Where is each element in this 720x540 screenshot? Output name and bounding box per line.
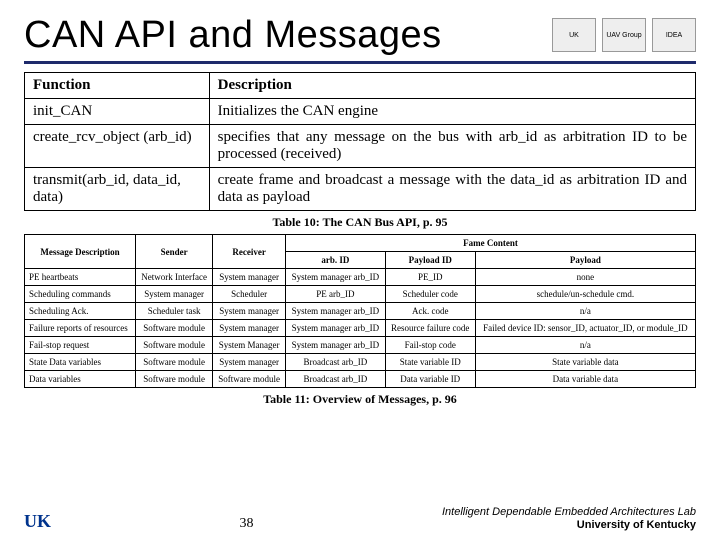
slide-footer: UK 38 Intelligent Dependable Embedded Ar…: [0, 506, 720, 532]
payload-cell: none: [475, 269, 695, 286]
receiver-cell: System manager: [213, 303, 286, 320]
fn-cell: create_rcv_object (arb_id): [25, 125, 210, 168]
payloadid-cell: State variable ID: [385, 354, 475, 371]
receiver-cell: System manager: [213, 269, 286, 286]
desc-cell: create frame and broadcast a message wit…: [209, 168, 695, 211]
sender-cell: Scheduler task: [136, 303, 213, 320]
arb-cell: System manager arb_ID: [286, 337, 386, 354]
arb-cell: Broadcast arb_ID: [286, 371, 386, 388]
arb-cell: Broadcast arb_ID: [286, 354, 386, 371]
table-can-api: Function Description init_CAN Initialize…: [24, 72, 696, 211]
msg-cell: Fail-stop request: [25, 337, 136, 354]
payload-cell: n/a: [475, 337, 695, 354]
table-row: Function Description: [25, 73, 696, 99]
logo-uav: UAV Group: [602, 18, 646, 52]
lab-line1: Intelligent Dependable Embedded Architec…: [442, 506, 696, 519]
sender-cell: Software module: [136, 320, 213, 337]
table-row: transmit(arb_id, data_id, data) create f…: [25, 168, 696, 211]
payload-cell: Data variable data: [475, 371, 695, 388]
receiver-cell: System Manager: [213, 337, 286, 354]
table-row: Data variables Software module Software …: [25, 371, 696, 388]
msg-cell: PE heartbeats: [25, 269, 136, 286]
msg-cell: Failure reports of resources: [25, 320, 136, 337]
table-row: init_CAN Initializes the CAN engine: [25, 99, 696, 125]
payloadid-cell: PE_ID: [385, 269, 475, 286]
sender-cell: Software module: [136, 371, 213, 388]
table-row: create_rcv_object (arb_id) specifies tha…: [25, 125, 696, 168]
sender-cell: Network Interface: [136, 269, 213, 286]
logo-uk: UK: [552, 18, 596, 52]
table-row: Scheduling Ack. Scheduler task System ma…: [25, 303, 696, 320]
payloadid-cell: Fail-stop code: [385, 337, 475, 354]
payloadid-cell: Scheduler code: [385, 286, 475, 303]
table11-caption: Table 11: Overview of Messages, p. 96: [24, 392, 696, 407]
col-payload-id: Payload ID: [385, 252, 475, 269]
desc-cell: specifies that any message on the bus wi…: [209, 125, 695, 168]
sender-cell: Software module: [136, 337, 213, 354]
col-receiver: Receiver: [213, 235, 286, 269]
slide-title: CAN API and Messages: [24, 14, 442, 57]
footer-uk-logo: UK: [24, 511, 51, 532]
payload-cell: schedule/un-schedule cmd.: [475, 286, 695, 303]
payload-cell: Failed device ID: sensor_ID, actuator_ID…: [475, 320, 695, 337]
table-row: Failure reports of resources Software mo…: [25, 320, 696, 337]
arb-cell: System manager arb_ID: [286, 320, 386, 337]
arb-cell: System manager arb_ID: [286, 303, 386, 320]
msg-cell: State Data variables: [25, 354, 136, 371]
receiver-cell: System manager: [213, 320, 286, 337]
msg-cell: Data variables: [25, 371, 136, 388]
col-sender: Sender: [136, 235, 213, 269]
payload-cell: State variable data: [475, 354, 695, 371]
desc-cell: Initializes the CAN engine: [209, 99, 695, 125]
logo-idea: IDEA: [652, 18, 696, 52]
table-row: PE heartbeats Network Interface System m…: [25, 269, 696, 286]
payloadid-cell: Data variable ID: [385, 371, 475, 388]
table-row: State Data variables Software module Sys…: [25, 354, 696, 371]
receiver-cell: Scheduler: [213, 286, 286, 303]
payloadid-cell: Ack. code: [385, 303, 475, 320]
col-description: Description: [209, 73, 695, 99]
col-arb: arb. ID: [286, 252, 386, 269]
arb-cell: PE arb_ID: [286, 286, 386, 303]
logo-group: UK UAV Group IDEA: [552, 18, 696, 52]
fn-cell: transmit(arb_id, data_id, data): [25, 168, 210, 211]
sender-cell: Software module: [136, 354, 213, 371]
arb-cell: System manager arb_ID: [286, 269, 386, 286]
table-messages: Message Description Sender Receiver Fame…: [24, 234, 696, 388]
col-function: Function: [25, 73, 210, 99]
receiver-cell: System manager: [213, 354, 286, 371]
fn-cell: init_CAN: [25, 99, 210, 125]
col-payload: Payload: [475, 252, 695, 269]
table-row: Message Description Sender Receiver Fame…: [25, 235, 696, 252]
msg-cell: Scheduling commands: [25, 286, 136, 303]
table-row: Fail-stop request Software module System…: [25, 337, 696, 354]
col-msg: Message Description: [25, 235, 136, 269]
table10-caption: Table 10: The CAN Bus API, p. 95: [24, 215, 696, 230]
lab-line2: University of Kentucky: [442, 519, 696, 532]
payloadid-cell: Resource failure code: [385, 320, 475, 337]
receiver-cell: Software module: [213, 371, 286, 388]
title-rule: [24, 61, 696, 64]
page-number: 38: [240, 516, 254, 532]
footer-lab: Intelligent Dependable Embedded Architec…: [442, 506, 696, 532]
sender-cell: System manager: [136, 286, 213, 303]
table-row: Scheduling commands System manager Sched…: [25, 286, 696, 303]
msg-cell: Scheduling Ack.: [25, 303, 136, 320]
payload-cell: n/a: [475, 303, 695, 320]
col-frame: Fame Content: [286, 235, 696, 252]
